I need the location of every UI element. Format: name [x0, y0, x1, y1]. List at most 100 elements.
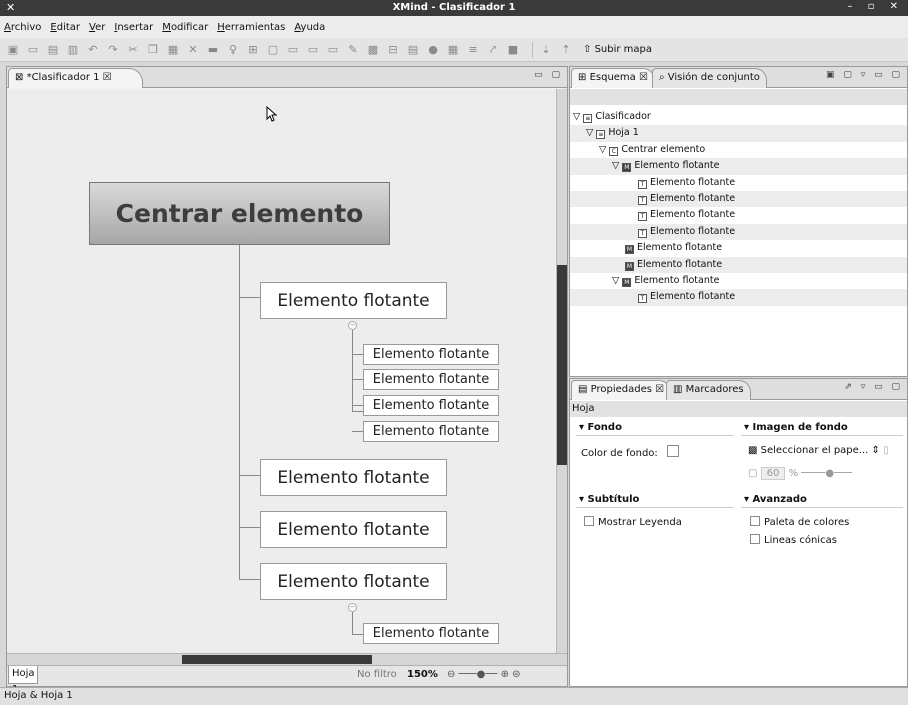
topic-4[interactable]: Elemento flotante	[260, 563, 447, 600]
image-icon[interactable]: ▩	[366, 43, 380, 57]
outline-icon: ⊞	[578, 72, 590, 83]
topic-3[interactable]: Elemento flotante	[260, 511, 447, 548]
outline-panel-controls[interactable]: ▣ ▢ ▿ ▭ ▢	[826, 70, 903, 80]
subtopic[interactable]: Elemento flotante	[363, 369, 499, 390]
tree-row[interactable]: T Elemento flotante	[570, 175, 907, 191]
editor-tab[interactable]: ⊠ *Clasificador 1 ☒	[8, 68, 143, 88]
layout-icon[interactable]: ⊟	[386, 43, 400, 57]
tab-vision-label: Visión de conjunto	[667, 72, 760, 83]
window-controls[interactable]: – ▫ ✕	[847, 1, 904, 12]
paleta-checkbox[interactable]	[750, 516, 760, 526]
marker-icon[interactable]: ●	[426, 43, 440, 57]
callout-icon[interactable]: ▢	[266, 43, 280, 57]
central-topic[interactable]: Centrar elemento	[89, 182, 390, 245]
print-icon[interactable]: ▥	[66, 43, 80, 57]
lightbulb-icon[interactable]: ♀	[226, 43, 240, 57]
boundary-icon[interactable]: ▭	[306, 43, 320, 57]
menu-modificar[interactable]: Modificar	[162, 22, 208, 33]
color-swatch[interactable]	[666, 445, 679, 457]
tree-row[interactable]: ▽ C Centrar elemento	[570, 142, 907, 158]
collapse-toggle[interactable]: −	[348, 321, 357, 330]
tree-row[interactable]: ▽ ≡ Hoja 1	[570, 125, 907, 142]
topic-1[interactable]: Elemento flotante	[260, 282, 447, 319]
subtopic[interactable]: Elemento flotante	[363, 623, 499, 644]
cut-icon[interactable]: ✂	[126, 43, 140, 57]
subir-mapa-button[interactable]: ⇧ Subir mapa	[583, 44, 652, 55]
tree-row[interactable]: T Elemento flotante	[570, 223, 907, 241]
lineas-checkbox[interactable]	[750, 534, 760, 544]
mostrar-leyenda-row[interactable]: Mostrar Leyenda	[584, 516, 682, 528]
stop-icon[interactable]: ■	[506, 43, 520, 57]
copy-icon[interactable]: ❐	[146, 43, 160, 57]
section-avanzado[interactable]: ▾ Avanzado	[741, 492, 903, 508]
menu-ayuda[interactable]: Ayuda	[294, 22, 325, 33]
tab-propiedades[interactable]: ▤ Propiedades ☒	[571, 380, 672, 400]
menu-herramientas[interactable]: Herramientas	[217, 22, 285, 33]
tree-row[interactable]: ▽ ≡ Clasificador	[570, 109, 907, 125]
delete-icon[interactable]: ✕	[186, 43, 200, 57]
subtopic-icon[interactable]: ⊞	[246, 43, 260, 57]
subtopic[interactable]: Elemento flotante	[363, 421, 499, 442]
vertical-scrollbar[interactable]	[556, 89, 567, 653]
tab-vision[interactable]: ⌕ Visión de conjunto	[652, 68, 767, 88]
vertical-scroll-thumb[interactable]	[557, 265, 567, 465]
relationship-icon[interactable]: ▭	[286, 43, 300, 57]
lineas-row[interactable]: Lineas cónicas	[750, 534, 837, 546]
menu-ver[interactable]: Ver	[89, 22, 105, 33]
subtopic[interactable]: Elemento flotante	[363, 344, 499, 365]
paste-icon[interactable]: ▦	[166, 43, 180, 57]
attach-icon[interactable]: ⤤	[486, 43, 500, 57]
topic-2[interactable]: Elemento flotante	[260, 459, 447, 496]
select-wallpaper[interactable]: ▩ Seleccionar el pape... ⇕ ▯	[748, 445, 902, 456]
paleta-row[interactable]: Paleta de colores	[750, 516, 849, 528]
pen-icon[interactable]: ✎	[346, 43, 360, 57]
trash-icon[interactable]: ▯	[883, 445, 889, 456]
list-icon[interactable]: ≡	[466, 43, 480, 57]
tab-esquema[interactable]: ⊞ Esquema ☒	[571, 68, 655, 88]
link-icon[interactable]: ▦	[446, 43, 460, 57]
opacity-input[interactable]: 60	[760, 467, 786, 480]
horizontal-scrollbar[interactable]	[7, 653, 567, 665]
save-icon[interactable]: ▤	[46, 43, 60, 57]
mindmap-canvas[interactable]: Centrar elemento Elemento flotante Eleme…	[7, 89, 555, 653]
section-imagen[interactable]: ▾ Imagen de fondo	[741, 420, 903, 436]
mostrar-leyenda-checkbox[interactable]	[584, 516, 594, 526]
connector	[352, 379, 363, 380]
new-icon[interactable]: ▣	[6, 43, 20, 57]
menu-archivo[interactable]: Archivo	[4, 22, 41, 33]
section-subtitulo[interactable]: ▾ Subtítulo	[576, 492, 734, 508]
sheet-tab[interactable]: Hoja 1	[8, 666, 38, 695]
tree-row[interactable]: ▽ M Elemento flotante	[570, 273, 907, 289]
zoom-level[interactable]: 150%	[407, 669, 438, 680]
tab-propiedades-label: Propiedades ☒	[590, 384, 665, 395]
zoom-slider[interactable]: ⊖ ───●── ⊕ ⊜	[447, 669, 557, 680]
tree-row[interactable]: T Elemento flotante	[570, 190, 907, 208]
section-fondo[interactable]: ▾ Fondo	[576, 420, 734, 436]
note-icon[interactable]: ▤	[406, 43, 420, 57]
properties-title: Hoja	[570, 401, 907, 417]
editor-panel-controls[interactable]: ▭ ▢	[534, 70, 563, 80]
drill-up-icon[interactable]: ⇡	[559, 43, 573, 57]
menu-insertar[interactable]: Insertar	[114, 22, 153, 33]
tree-row[interactable]: M Elemento flotante	[570, 256, 907, 273]
undo-icon[interactable]: ↶	[86, 43, 100, 57]
collapse-toggle[interactable]: −	[348, 603, 357, 612]
subtopic[interactable]: Elemento flotante	[363, 395, 499, 416]
tab-marcadores[interactable]: ▥ Marcadores	[666, 380, 751, 400]
open-icon[interactable]: ▭	[26, 43, 40, 57]
tree-row[interactable]: T Elemento flotante	[570, 289, 907, 306]
redo-icon[interactable]: ↷	[106, 43, 120, 57]
tree-row[interactable]: M Elemento flotante	[570, 240, 907, 256]
horizontal-scroll-thumb[interactable]	[182, 655, 372, 664]
menu-editar[interactable]: Editar	[50, 22, 80, 33]
topic-icon[interactable]: ▬	[206, 43, 220, 57]
opacity-slider[interactable]: ────●───	[801, 468, 852, 479]
tree-row[interactable]: ▽ M Elemento flotante	[570, 158, 907, 175]
tree-row[interactable]: T Elemento flotante	[570, 207, 907, 223]
tree-row-label: Elemento flotante	[650, 209, 736, 221]
properties-panel-controls[interactable]: ⇗ ▿ ▭ ▢	[844, 382, 903, 392]
tree-row-label: Elemento flotante	[650, 291, 736, 303]
filter-label[interactable]: No filtro	[357, 669, 397, 680]
drill-down-icon[interactable]: ⇣	[539, 43, 553, 57]
summary-icon[interactable]: ▭	[326, 43, 340, 57]
